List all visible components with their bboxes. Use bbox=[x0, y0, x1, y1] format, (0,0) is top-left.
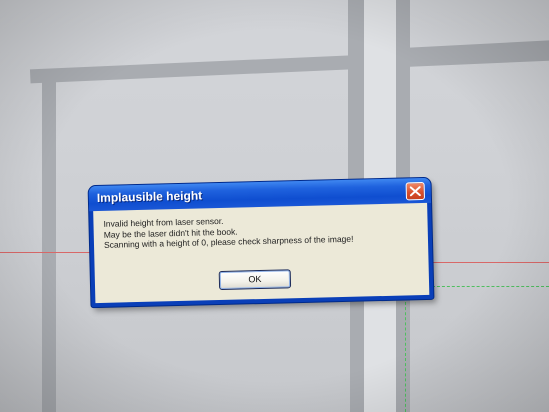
frame-left-post bbox=[42, 70, 56, 412]
guide-line-horizontal bbox=[432, 286, 549, 287]
dialog-body: Invalid height from laser sensor. May be… bbox=[93, 202, 430, 304]
dialog-message: Invalid height from laser sensor. May be… bbox=[103, 213, 353, 251]
close-button[interactable] bbox=[405, 181, 426, 201]
screen-background: Implausible height Invalid height from l… bbox=[0, 0, 549, 412]
guide-line-vertical bbox=[405, 302, 406, 412]
ok-button[interactable]: OK bbox=[218, 269, 292, 291]
dialog-title: Implausible height bbox=[96, 188, 203, 205]
laser-line-left bbox=[0, 252, 95, 253]
laser-line-right bbox=[430, 262, 549, 263]
implausible-height-dialog: Implausible height Invalid height from l… bbox=[88, 177, 434, 308]
close-icon bbox=[409, 186, 421, 197]
frame-center-post-lower bbox=[350, 300, 364, 412]
frame-center-post bbox=[348, 0, 364, 200]
